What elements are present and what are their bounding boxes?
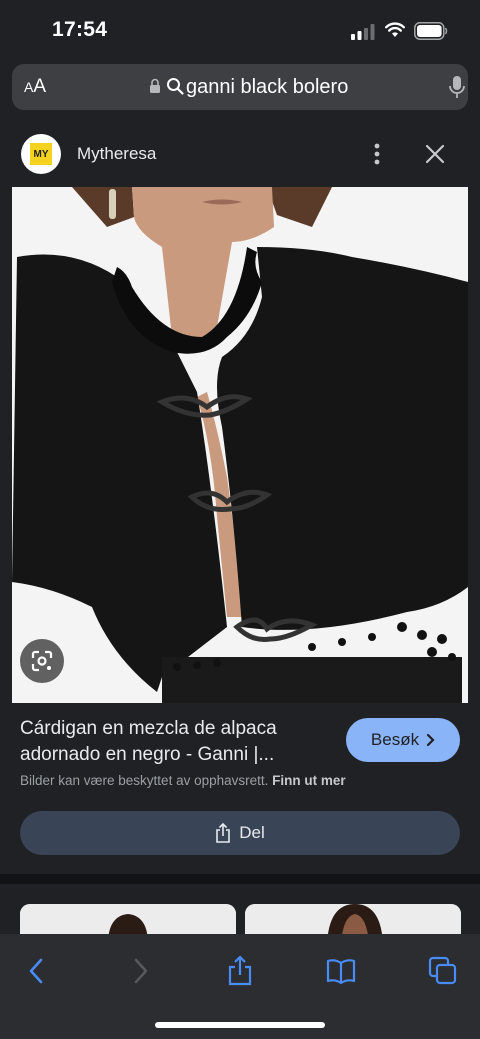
section-divider [0,874,480,884]
bookmarks-icon[interactable] [326,956,356,986]
status-bar: 17:54 [0,0,480,62]
mic-icon[interactable] [448,75,466,99]
url-field[interactable]: ganni black bolero [186,76,348,99]
text-size-small-label: A [24,79,34,95]
share-toolbar-icon[interactable] [225,956,255,986]
visit-label: Besøk [370,730,420,749]
address-bar[interactable]: AA ganni black bolero [12,64,468,110]
share-label: Del [239,823,265,842]
source-name[interactable]: Mytheresa [77,144,156,164]
copyright-text: Bilder kan være beskyttet av opphavsrett… [20,773,269,788]
home-indicator[interactable] [155,1022,325,1028]
lens-icon [31,650,53,672]
battery-icon [414,22,448,40]
product-image[interactable] [12,187,468,703]
search-icon [167,78,184,95]
more-icon[interactable] [370,142,384,166]
signal-icon [351,24,375,40]
status-time: 17:54 [52,18,108,41]
source-header: MY Mytheresa [0,124,480,186]
product-title[interactable]: Cárdigan en mezcla de alpaca adornado en… [20,716,320,768]
source-logo-text: MY [30,143,52,165]
copyright-notice: Bilder kan være beskyttet av opphavsrett… [20,773,346,788]
share-icon [216,823,231,843]
visit-button[interactable]: Besøk [346,718,460,762]
source-logo[interactable]: MY [21,134,61,174]
lock-icon [150,78,160,93]
share-button[interactable]: Del [20,811,460,855]
forward-icon[interactable] [125,956,155,986]
text-size-button[interactable]: AA [24,76,46,98]
tabs-icon[interactable] [428,956,458,986]
product-photo [12,187,468,703]
back-icon[interactable] [22,956,52,986]
chevron-right-icon [426,733,435,747]
close-icon[interactable] [425,144,445,164]
wifi-icon [385,22,405,37]
browser-toolbar [0,934,480,1039]
lens-button[interactable] [20,639,64,683]
learn-more-link[interactable]: Finn ut mer [272,773,346,788]
text-size-big-label: A [33,76,47,97]
